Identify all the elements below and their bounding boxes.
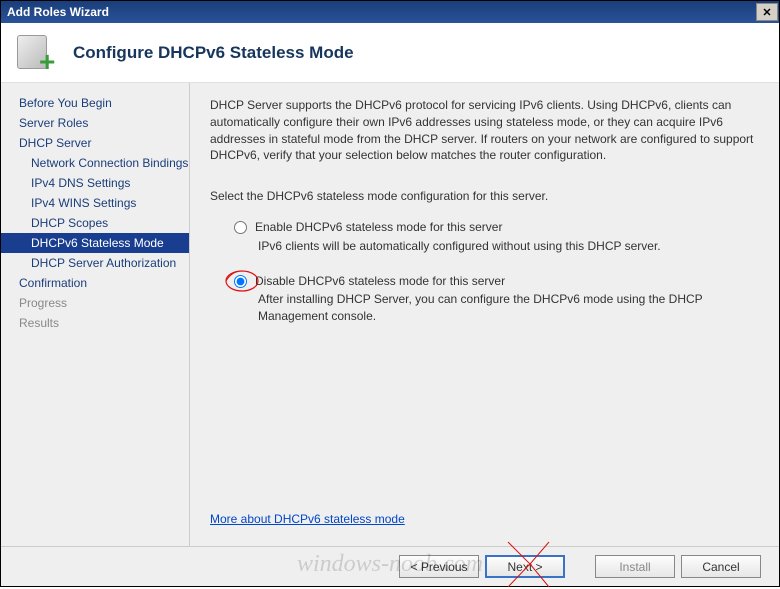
enable-stateless-hint: IPv6 clients will be automatically confi… — [258, 238, 755, 255]
nav-step[interactable]: DHCPv6 Stateless Mode — [1, 233, 189, 253]
learn-more-link[interactable]: More about DHCPv6 stateless mode — [210, 511, 405, 528]
nav-step[interactable]: Before You Begin — [1, 93, 189, 113]
wizard-header: + Configure DHCPv6 Stateless Mode — [1, 23, 779, 83]
wizard-footer: < Previous Next > Install Cancel — [1, 546, 779, 586]
previous-button[interactable]: < Previous — [399, 555, 479, 578]
server-role-icon: + — [15, 33, 59, 73]
nav-step[interactable]: IPv4 DNS Settings — [1, 173, 189, 193]
nav-step[interactable]: Server Roles — [1, 113, 189, 133]
description-text: DHCP Server supports the DHCPv6 protocol… — [210, 97, 755, 164]
wizard-steps-nav: Before You BeginServer RolesDHCP ServerN… — [1, 83, 190, 546]
disable-stateless-label: Disable DHCPv6 stateless mode for this s… — [255, 273, 505, 290]
enable-stateless-label: Enable DHCPv6 stateless mode for this se… — [255, 219, 502, 236]
titlebar: Add Roles Wizard ✕ — [1, 1, 779, 23]
wizard-content: DHCP Server supports the DHCPv6 protocol… — [190, 83, 779, 546]
nav-step: Results — [1, 313, 189, 333]
disable-stateless-option[interactable]: Disable DHCPv6 stateless mode for this s… — [234, 273, 755, 290]
nav-step[interactable]: Network Connection Bindings — [1, 153, 189, 173]
next-button[interactable]: Next > — [485, 555, 565, 578]
nav-step[interactable]: DHCP Server — [1, 133, 189, 153]
enable-stateless-option[interactable]: Enable DHCPv6 stateless mode for this se… — [234, 219, 755, 236]
enable-stateless-radio[interactable] — [234, 221, 247, 234]
nav-step[interactable]: DHCP Server Authorization — [1, 253, 189, 273]
nav-step[interactable]: Confirmation — [1, 273, 189, 293]
install-button: Install — [595, 555, 675, 578]
close-button[interactable]: ✕ — [756, 3, 778, 21]
cancel-button[interactable]: Cancel — [681, 555, 761, 578]
window-title: Add Roles Wizard — [7, 5, 109, 19]
wizard-main: Before You BeginServer RolesDHCP ServerN… — [1, 83, 779, 546]
nav-step[interactable]: IPv4 WINS Settings — [1, 193, 189, 213]
disable-stateless-radio[interactable] — [234, 275, 247, 288]
page-title: Configure DHCPv6 Stateless Mode — [73, 43, 354, 63]
nav-step[interactable]: DHCP Scopes — [1, 213, 189, 233]
nav-step: Progress — [1, 293, 189, 313]
close-icon: ✕ — [762, 6, 771, 19]
prompt-text: Select the DHCPv6 stateless mode configu… — [210, 188, 755, 205]
disable-stateless-hint: After installing DHCP Server, you can co… — [258, 291, 755, 325]
